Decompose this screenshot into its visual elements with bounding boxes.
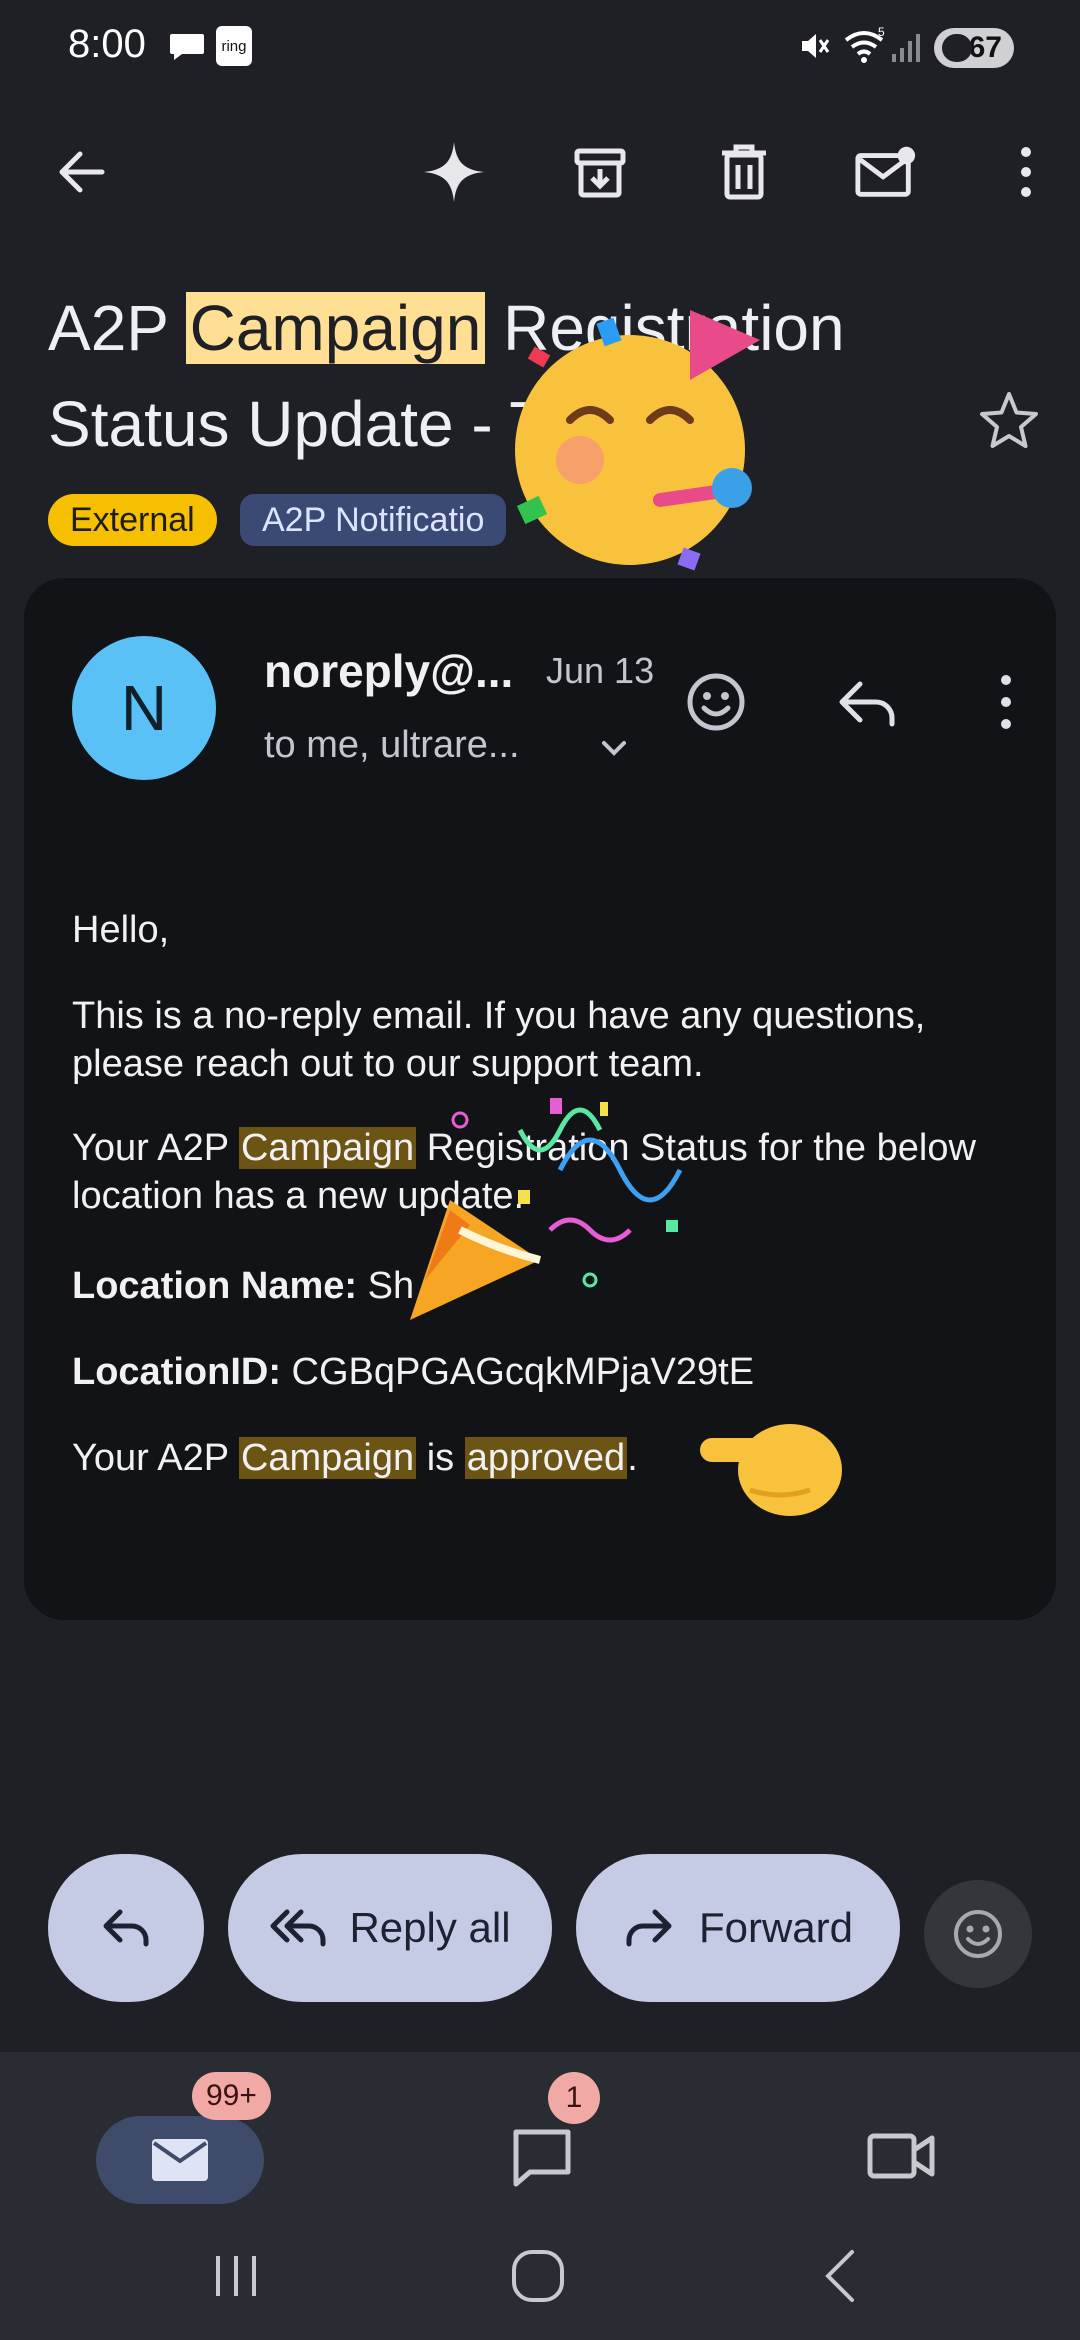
bottom-navigation: 99+ 1 xyxy=(0,2052,1080,2212)
system-navigation-bar xyxy=(0,2212,1080,2340)
approval-text-b: is xyxy=(416,1437,465,1479)
greeting: Hello, xyxy=(72,909,170,951)
back-arrow-icon[interactable] xyxy=(50,140,114,204)
forward-label: Forward xyxy=(698,1904,854,1951)
wifi-icon: 5 xyxy=(844,26,885,63)
smile-icon xyxy=(954,1910,1002,1958)
message-date: Jun 13 xyxy=(546,650,655,691)
delete-icon[interactable] xyxy=(712,140,776,204)
email-subject: A2P Campaign Registration Status Update … xyxy=(48,280,948,472)
add-reaction-icon[interactable] xyxy=(684,670,748,734)
battery-saver-icon xyxy=(942,34,972,62)
approval-text-c: . xyxy=(627,1437,638,1479)
mail-icon xyxy=(152,2139,208,2181)
more-options-icon[interactable] xyxy=(994,140,1058,204)
reply-all-button[interactable]: Reply all xyxy=(228,1854,552,2002)
reply-all-icon xyxy=(270,1909,326,1947)
mute-icon xyxy=(802,34,830,58)
mail-unread-badge: 99+ xyxy=(192,2072,271,2120)
chat-icon[interactable] xyxy=(508,2124,576,2192)
location-id-label: LocationID: xyxy=(72,1351,281,1393)
body-paragraph-2: Your A2P Campaign Registration Status fo… xyxy=(72,1124,1032,1220)
email-message-card: N noreply@... Jun 13 to me, ultrare... H… xyxy=(24,578,1056,1620)
home-icon[interactable] xyxy=(506,2244,570,2308)
video-camera-icon[interactable] xyxy=(866,2124,938,2188)
reply-icon[interactable] xyxy=(834,670,898,734)
more-options-icon[interactable] xyxy=(986,670,1026,734)
location-name-label: Location Name: xyxy=(72,1265,358,1307)
chat-notification-icon xyxy=(170,34,204,60)
reply-button[interactable] xyxy=(48,1854,204,2002)
nav-mail-tab[interactable] xyxy=(96,2116,264,2204)
battery-level: 67 xyxy=(968,31,1002,64)
forward-icon xyxy=(626,1909,672,1947)
battery-indicator: 67 xyxy=(934,28,1014,68)
label-chip-external[interactable]: External xyxy=(48,494,217,546)
para2-text-a: Your A2P xyxy=(72,1127,239,1169)
clock: 8:00 xyxy=(68,22,146,66)
subject-highlight: Campaign xyxy=(185,292,486,364)
signal-icon xyxy=(892,34,920,62)
label-chip-a2p[interactable]: A2P Notificatio xyxy=(240,494,507,546)
approval-highlight-1: Campaign xyxy=(238,1437,417,1479)
subject-part-3: T xyxy=(509,388,549,460)
archive-icon[interactable] xyxy=(568,140,632,204)
sender-avatar[interactable]: N xyxy=(72,636,216,780)
ring-app-icon: ring xyxy=(216,26,252,66)
approval-line: Your A2P Campaign is approved. xyxy=(72,1434,1032,1482)
recent-apps-icon[interactable] xyxy=(204,2244,268,2308)
location-name-line: Location Name: Sh xyxy=(72,1262,1032,1310)
mark-unread-icon[interactable] xyxy=(854,140,918,204)
reply-all-label: Reply all xyxy=(349,1904,511,1951)
wifi-band-label: 5 xyxy=(878,26,885,39)
star-icon[interactable] xyxy=(978,390,1040,452)
approval-text-a: Your A2P xyxy=(72,1437,239,1479)
sender-name[interactable]: noreply@... xyxy=(264,644,513,698)
location-id-value: CGBqPGAGcqkMPjaV29tE xyxy=(291,1351,755,1393)
chevron-down-icon[interactable] xyxy=(594,728,634,768)
emoji-reaction-button[interactable] xyxy=(924,1880,1032,1988)
approval-highlight-2: approved xyxy=(464,1437,628,1479)
location-name-value: Sh xyxy=(367,1265,415,1307)
location-id-line: LocationID: CGBqPGAGcqkMPjaV29tE xyxy=(72,1348,1032,1396)
email-toolbar xyxy=(0,120,1080,220)
gemini-sparkle-icon[interactable] xyxy=(422,140,486,204)
chat-unread-badge: 1 xyxy=(548,2072,600,2124)
back-icon[interactable] xyxy=(810,2244,874,2308)
recipients-line[interactable]: to me, ultrare... xyxy=(264,724,520,767)
para2-highlight: Campaign xyxy=(238,1127,417,1169)
subject-part-1: A2P xyxy=(48,292,186,364)
body-paragraph-1: This is a no-reply email. If you have an… xyxy=(72,995,926,1085)
reply-icon xyxy=(103,1909,149,1947)
forward-button[interactable]: Forward xyxy=(576,1854,900,2002)
status-bar: 8:00 ring 5 67 xyxy=(0,0,1080,100)
